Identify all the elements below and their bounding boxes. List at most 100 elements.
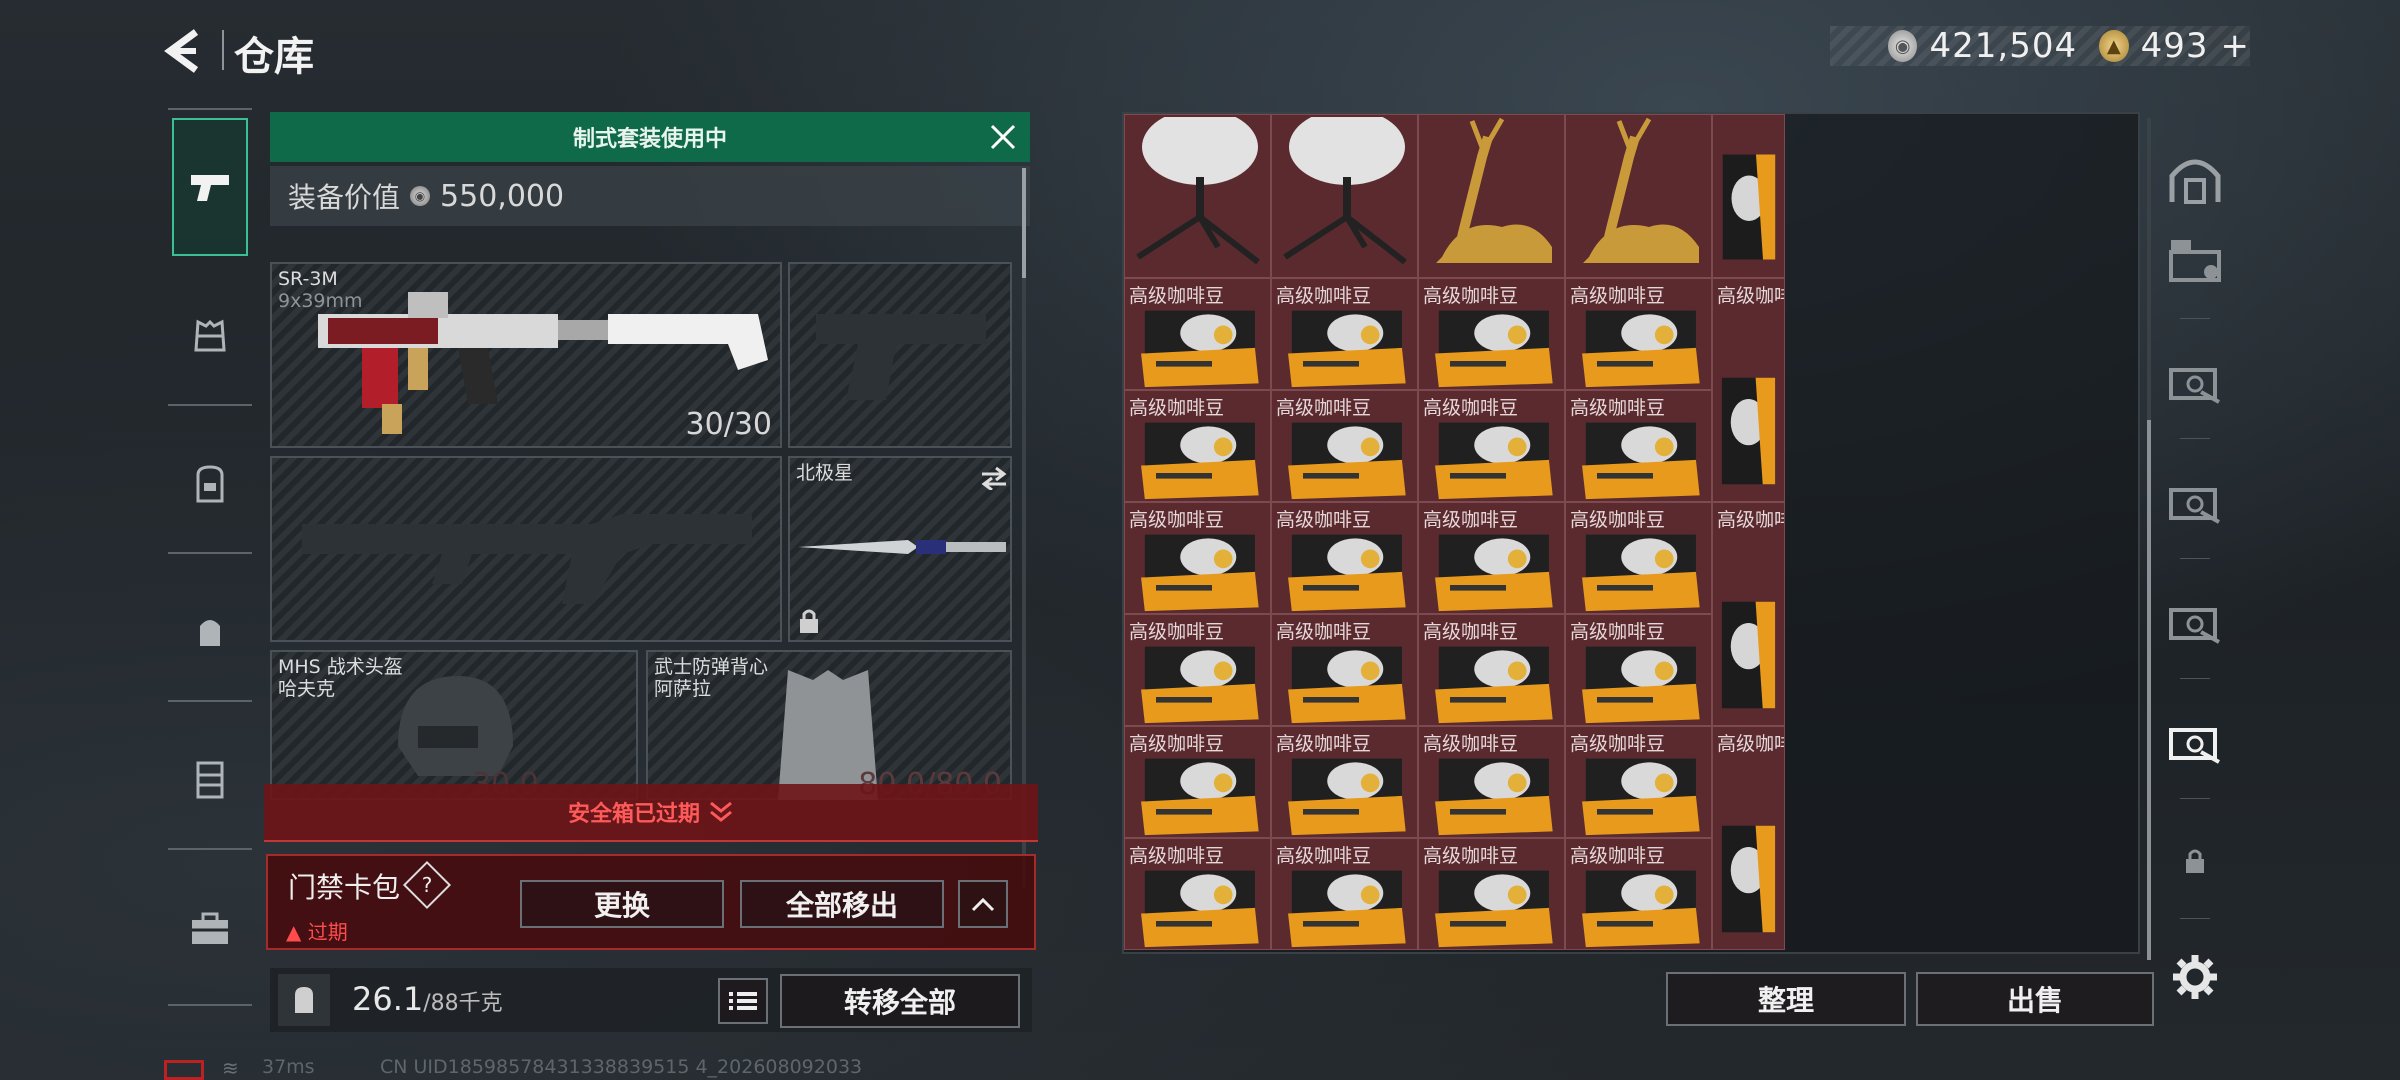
warning-icon: ▲: [286, 920, 302, 944]
storage-page-1[interactable]: [2164, 230, 2226, 292]
coffee-bean-item[interactable]: 高级咖啡豆: [1565, 838, 1712, 950]
coffee-bean-tall-item[interactable]: 高级咖啡豆: [1712, 726, 1785, 950]
weight-max: /88千克: [423, 991, 503, 1016]
storage-page-3[interactable]: [2164, 470, 2226, 532]
close-banner-button[interactable]: [988, 122, 1018, 152]
double-chevron-down-icon: [710, 801, 732, 822]
coffee-bag-icon: [1140, 646, 1259, 724]
vest-name-block: 武士防弹背心 阿萨拉: [654, 656, 768, 700]
warehouse-page-column: [2150, 112, 2240, 1012]
tab-backpack[interactable]: [172, 434, 248, 534]
coffee-bag-icon: [1287, 422, 1406, 500]
primary-weapon-slot[interactable]: SR-3M 9x39mm 30/30: [270, 262, 782, 448]
silver-coin-icon: ◉: [410, 186, 431, 206]
coffee-bag-icon: [1287, 646, 1406, 724]
helmet-name-block: MHS 战术头盔 哈夫克: [278, 656, 403, 700]
storage-box-icon: [2169, 240, 2221, 282]
coffee-bean-item[interactable]: 高级咖啡豆: [1418, 838, 1565, 950]
satellite-dish-item[interactable]: [1271, 114, 1418, 278]
item-name: 高级咖啡豆: [1129, 285, 1225, 307]
coffee-bag-icon: [1287, 870, 1406, 948]
coffee-bean-item[interactable]: 高级咖啡豆: [1565, 726, 1712, 838]
coffee-bean-item[interactable]: 高级咖啡豆: [1565, 502, 1712, 614]
add-gold-button[interactable]: +: [2220, 26, 2250, 66]
coffee-bean-item[interactable]: 高级咖啡豆: [1418, 278, 1565, 390]
storage-page-2[interactable]: [2164, 350, 2226, 412]
replace-button[interactable]: 更换: [520, 880, 724, 928]
uid-readout: CN UID18598578431338839515 4_20260809203…: [380, 1056, 863, 1078]
storage-box-icon: [2169, 488, 2220, 524]
golden-deer-item[interactable]: [1418, 114, 1565, 278]
sell-button[interactable]: 出售: [1916, 972, 2154, 1026]
coffee-bean-item[interactable]: 高级咖啡豆: [1565, 278, 1712, 390]
coffee-bean-item[interactable]: 高级咖啡豆: [1271, 502, 1418, 614]
armor-vest-slot[interactable]: 武士防弹背心 阿萨拉 80.0/80.0: [646, 650, 1012, 802]
coffee-bean-item[interactable]: 高级咖啡豆: [1124, 502, 1271, 614]
sort-button[interactable]: 整理: [1666, 972, 1906, 1026]
coffee-bean-item[interactable]: 高级咖啡豆: [1124, 726, 1271, 838]
coffee-bag-icon: [1581, 646, 1700, 724]
storage-page-5-active[interactable]: [2164, 710, 2226, 772]
storage-room-button[interactable]: [2164, 148, 2226, 210]
vest-name: 武士防弹背心: [654, 656, 769, 678]
coffee-bean-item[interactable]: 高级咖啡豆: [1124, 278, 1271, 390]
golden-deer-statue-icon: [1435, 117, 1552, 263]
settings-button[interactable]: [2164, 946, 2226, 1008]
tab-armor[interactable]: [172, 286, 248, 386]
help-button[interactable]: ?: [402, 860, 452, 910]
tool-divider: [2180, 918, 2210, 919]
item-name: 高级咖啡豆: [1717, 733, 1784, 755]
coffee-bean-item[interactable]: 高级咖啡豆: [1124, 390, 1271, 502]
gold-amount: 493: [2140, 26, 2209, 66]
golden-deer-item[interactable]: [1565, 114, 1712, 278]
tab-vest[interactable]: [172, 730, 248, 830]
coffee-bag-tall-icon: [1721, 825, 1776, 933]
tab-weapons[interactable]: [172, 118, 248, 256]
back-button[interactable]: [160, 26, 210, 76]
melee-slot[interactable]: 北极星: [788, 456, 1012, 642]
item-name: 高级咖啡豆: [1129, 621, 1225, 643]
storage-box-icon: [2169, 728, 2220, 764]
coffee-bag-icon: [1581, 758, 1700, 836]
coffee-bean-item[interactable]: 高级咖啡豆: [1418, 614, 1565, 726]
transfer-all-button[interactable]: 转移全部: [780, 974, 1020, 1028]
coffee-bean-tall-item[interactable]: 高级咖啡豆: [1712, 502, 1785, 726]
coffee-bean-tall-item[interactable]: 高级咖啡豆: [1712, 278, 1785, 502]
capacity-bar: 26.1/88千克 转移全部: [270, 968, 1032, 1032]
collapse-button[interactable]: [958, 880, 1008, 928]
coffee-bean-item[interactable]: 高级咖啡豆: [1271, 390, 1418, 502]
tab-case[interactable]: [172, 878, 248, 978]
coffee-bean-item[interactable]: 高级咖啡豆: [1565, 390, 1712, 502]
coffee-bean-item[interactable]: 高级咖啡豆: [1271, 614, 1418, 726]
satellite-dish-item[interactable]: [1124, 114, 1271, 278]
secondary-weapon-slot-empty[interactable]: [270, 456, 782, 642]
coffee-bean-item[interactable]: 高级咖啡豆: [1418, 502, 1565, 614]
item-name: 高级咖啡豆: [1129, 397, 1225, 419]
coffee-bean-item[interactable]: 高级咖啡豆: [1565, 614, 1712, 726]
coffee-bean-item[interactable]: 高级咖啡豆: [1124, 614, 1271, 726]
coffee-bean-item[interactable]: 高级咖啡豆: [1124, 838, 1271, 950]
tab-pouch[interactable]: [172, 582, 248, 682]
item-name: 高级咖啡豆: [1129, 509, 1225, 531]
locked-page-button[interactable]: [2164, 830, 2226, 892]
safe-box-expired-bar[interactable]: 安全箱已过期: [264, 784, 1038, 842]
coffee-bean-item[interactable]: 高级咖啡豆: [1418, 726, 1565, 838]
coffee-bean-item[interactable]: 高级咖啡豆: [1271, 726, 1418, 838]
coffee-bean-item[interactable]: 高级咖啡豆: [1418, 390, 1565, 502]
chevron-up-icon: [971, 897, 995, 912]
coffee-bean-item[interactable]: 高级咖啡豆: [1271, 838, 1418, 950]
equipment-scrollbar-thumb[interactable]: [1022, 168, 1026, 278]
helmet-slot[interactable]: MHS 战术头盔 哈夫克 30.0: [270, 650, 638, 802]
coffee-bean-tall-item[interactable]: [1712, 114, 1785, 278]
move-all-out-button[interactable]: 全部移出: [740, 880, 944, 928]
item-name: 高级咖啡豆: [1570, 621, 1666, 643]
storage-page-4[interactable]: [2164, 590, 2226, 652]
golden-deer-statue-icon: [1582, 117, 1699, 263]
list-view-button[interactable]: [718, 978, 768, 1024]
lock-icon: [800, 609, 818, 633]
coffee-bag-icon: [1140, 534, 1259, 612]
list-icon: [729, 992, 757, 1010]
coffee-bean-item[interactable]: 高级咖啡豆: [1271, 278, 1418, 390]
swap-icon[interactable]: [980, 466, 1008, 490]
pistol-slot-empty[interactable]: [788, 262, 1012, 448]
